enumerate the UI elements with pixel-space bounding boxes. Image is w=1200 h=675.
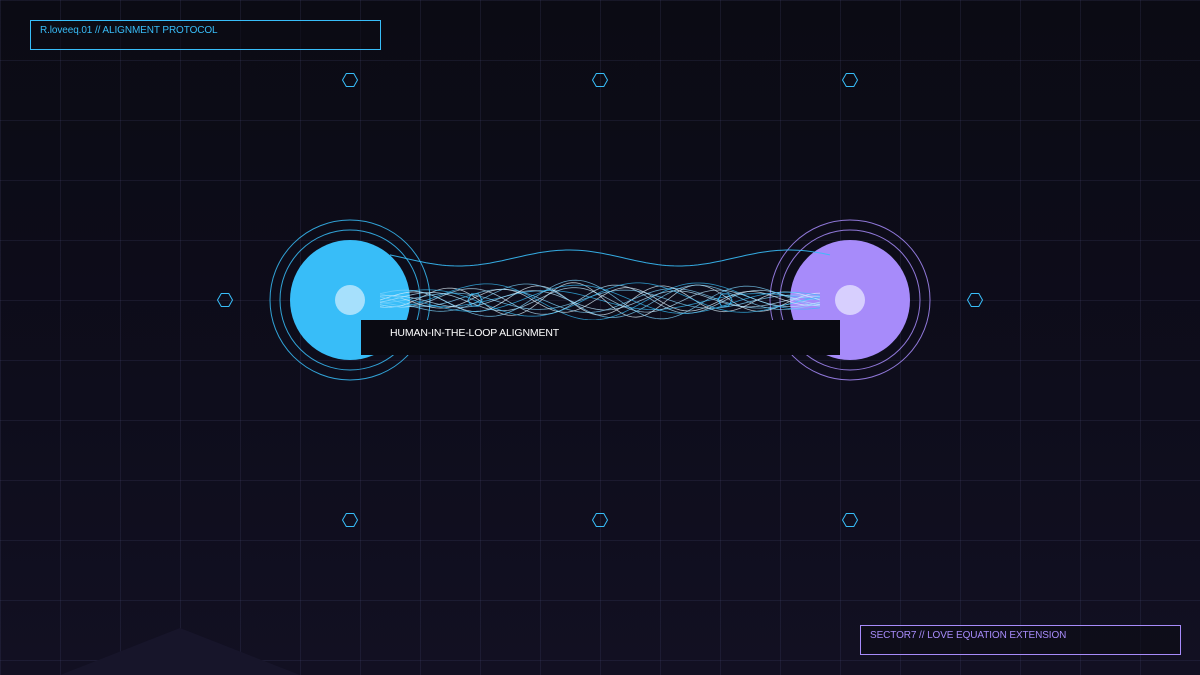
footer-tag-text: SECTOR7 // LOVE EQUATION EXTENSION [870,630,1067,641]
connection-wave-top [389,249,831,267]
connection-wave-strand [379,279,821,320]
connection-wave-bundle [379,279,821,321]
hexagon-marker-icon [841,513,859,527]
hexagon-marker-icon [591,73,609,87]
alignment-banner-text: HUMAN-IN-THE-LOOP ALIGNMENT [390,327,560,339]
poster-canvas: R.loveeq.01 // ALIGNMENT PROTOCOL HUMAN-… [0,0,1200,675]
hexagon-marker-icon [591,513,609,527]
hexagon-marker-icon [341,513,359,527]
hexagon-marker-icon [966,293,984,307]
hexagon-marker-icon [341,73,359,87]
alignment-banner: HUMAN-IN-THE-LOOP ALIGNMENT [361,320,840,355]
hexagon-marker-icon [216,293,234,307]
header-tag-text: R.loveeq.01 // ALIGNMENT PROTOCOL [40,25,218,36]
footer-tag: SECTOR7 // LOVE EQUATION EXTENSION [860,625,1181,655]
hexagon-marker-icon [841,73,859,87]
header-tag: R.loveeq.01 // ALIGNMENT PROTOCOL [30,20,381,50]
